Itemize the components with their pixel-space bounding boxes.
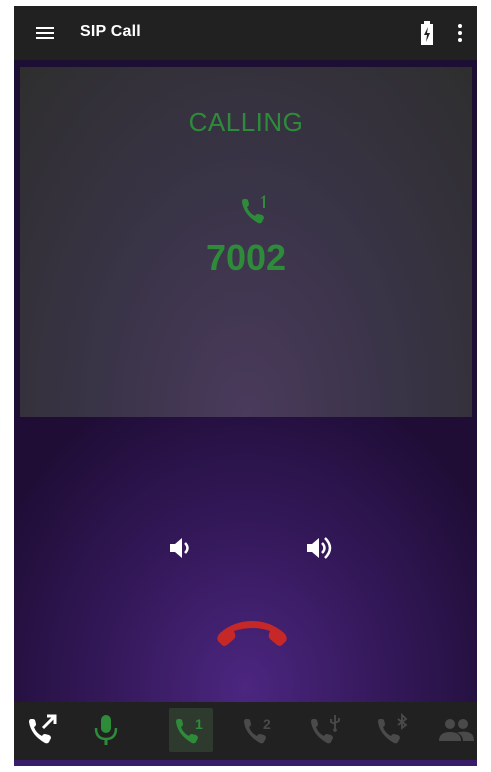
volume-up-icon[interactable]	[304, 533, 340, 563]
bottom-action-bar: 1 2	[14, 702, 477, 760]
svg-text:2: 2	[263, 716, 271, 732]
battery-charging-icon	[421, 21, 433, 45]
call-status-panel: CALLING 7002	[20, 67, 472, 417]
call-state-label: CALLING	[188, 107, 304, 137]
call-controls	[14, 417, 477, 702]
bluetooth-line-button[interactable]	[371, 708, 415, 752]
group-icon	[439, 719, 474, 741]
phone-bluetooth-icon	[378, 713, 408, 744]
transfer-button[interactable]	[22, 708, 66, 752]
conference-button[interactable]	[434, 708, 477, 752]
phone-line-1-icon	[242, 195, 265, 224]
sip-call-app: SIP Call CALLING 7002 1 2	[14, 6, 477, 766]
bottom-accent-strip	[14, 760, 477, 766]
mute-button[interactable]	[84, 708, 128, 752]
app-title: SIP Call	[80, 23, 141, 40]
phone-line-2-icon: 2	[244, 716, 271, 744]
dialed-number: 7002	[205, 237, 287, 278]
volume-down-icon[interactable]	[166, 533, 196, 563]
app-bar: SIP Call	[14, 6, 477, 60]
line-2-button[interactable]: 2	[237, 708, 281, 752]
phone-line-1-icon: 1	[176, 716, 203, 744]
microphone-icon	[94, 715, 118, 745]
usb-line-button[interactable]	[304, 708, 348, 752]
phone-usb-icon	[311, 715, 340, 744]
menu-icon[interactable]	[34, 23, 56, 43]
svg-text:1: 1	[195, 716, 203, 732]
call-transfer-icon	[29, 714, 57, 744]
line-1-button[interactable]: 1	[169, 708, 213, 752]
hang-up-button[interactable]	[214, 617, 290, 651]
more-options-icon[interactable]	[454, 22, 466, 44]
